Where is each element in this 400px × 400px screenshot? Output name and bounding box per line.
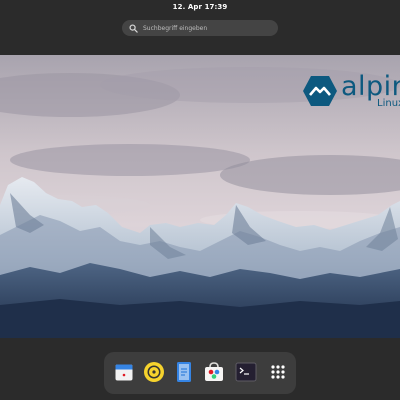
alpine-logo-icon (303, 76, 337, 106)
software-store-icon (205, 362, 223, 381)
search-placeholder: Suchbegriff eingeben (143, 24, 208, 32)
dock-item-text-editor[interactable] (172, 360, 196, 384)
music-player-icon (144, 362, 164, 382)
clock[interactable]: 12. Apr 17:39 (173, 3, 228, 11)
dock-item-calendar[interactable] (112, 360, 136, 384)
dock-item-rhythmbox[interactable] (142, 360, 166, 384)
top-bar: 12. Apr 17:39 (0, 0, 400, 14)
dock-item-show-applications[interactable] (266, 360, 290, 384)
alpine-logo: alpine Linux (303, 74, 400, 110)
search-field[interactable]: Suchbegriff eingeben (122, 20, 278, 36)
calendar-icon (115, 364, 133, 381)
workspace-thumbnail[interactable]: alpine Linux (0, 55, 400, 338)
text-editor-icon (177, 362, 191, 382)
dock-item-terminal[interactable] (234, 360, 258, 384)
dock (104, 352, 296, 394)
terminal-icon (235, 362, 257, 382)
alpine-logo-sub: Linux (377, 98, 400, 109)
dock-item-software[interactable] (202, 360, 226, 384)
alpine-logo-word: alpine (341, 74, 400, 102)
app-grid-icon (271, 365, 285, 379)
search-icon (129, 23, 138, 33)
